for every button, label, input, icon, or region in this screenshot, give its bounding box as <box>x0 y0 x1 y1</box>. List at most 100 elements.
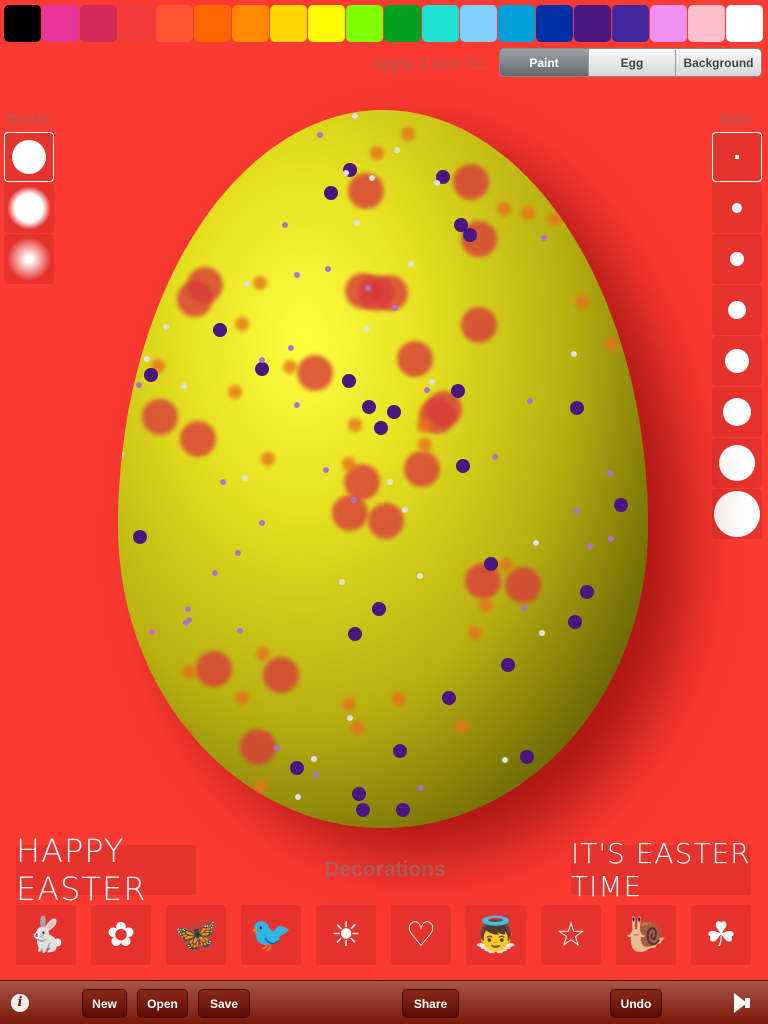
egg-spot <box>162 209 169 216</box>
size-option[interactable] <box>712 132 762 182</box>
egg-spot <box>496 202 511 217</box>
egg-spot <box>211 570 218 577</box>
snail-icon: 🐌 <box>624 916 668 954</box>
egg-spot <box>369 146 384 161</box>
egg-spot <box>548 211 563 226</box>
color-swatch[interactable] <box>308 5 345 42</box>
color-swatch[interactable] <box>688 5 725 42</box>
color-swatch[interactable] <box>498 5 535 42</box>
size-dot-icon <box>725 349 749 373</box>
egg-spot <box>417 438 432 453</box>
size-dot-icon <box>735 155 739 159</box>
egg-spot <box>467 626 482 641</box>
egg-spot <box>400 126 415 141</box>
butterfly-sticker[interactable]: 🦋 <box>166 905 226 965</box>
color-swatch[interactable] <box>232 5 269 42</box>
heart-icon: ♡ <box>405 916 437 954</box>
color-swatch[interactable] <box>346 5 383 42</box>
sun-sticker[interactable]: ☀ <box>316 905 376 965</box>
egg-spot <box>387 405 402 420</box>
egg-spot <box>371 601 386 616</box>
easter-time-sticker[interactable]: IT'S EASTER TIME <box>571 837 751 903</box>
egg-spot <box>483 557 498 572</box>
bird-sticker[interactable]: 🐦 <box>241 905 301 965</box>
egg-spot <box>350 497 357 504</box>
egg-spot <box>122 639 137 654</box>
egg-spot <box>121 361 136 376</box>
heart-sticker[interactable]: ♡ <box>391 905 451 965</box>
egg-spot <box>608 722 615 729</box>
egg-spot <box>244 280 251 287</box>
flower-sticker[interactable]: ✿ <box>91 905 151 965</box>
color-swatch[interactable] <box>4 5 41 42</box>
clover-sticker[interactable]: ☘ <box>691 905 751 965</box>
color-swatch[interactable] <box>384 5 421 42</box>
color-swatch[interactable] <box>422 5 459 42</box>
egg-spot <box>293 401 300 408</box>
bunny-sticker[interactable]: 🐇 <box>16 905 76 965</box>
color-swatch[interactable] <box>194 5 231 42</box>
size-option[interactable] <box>712 285 762 335</box>
egg-spot <box>118 451 125 458</box>
angel-sticker[interactable]: 👼 <box>466 905 526 965</box>
new-button[interactable]: New <box>82 989 127 1018</box>
egg-spot <box>316 132 323 139</box>
apply-background-segment[interactable]: Background <box>675 49 761 76</box>
egg-spot <box>293 272 300 279</box>
info-icon[interactable]: i <box>11 994 29 1012</box>
save-button[interactable]: Save <box>198 989 250 1018</box>
egg-spot <box>148 629 155 636</box>
color-swatch[interactable] <box>726 5 763 42</box>
egg-spot <box>391 691 406 706</box>
egg-spot <box>607 470 614 477</box>
egg-spot <box>570 773 577 780</box>
happy-easter-sticker[interactable]: HAPPY EASTER <box>16 832 196 908</box>
apply-paint-segment[interactable]: Paint <box>500 49 588 76</box>
egg-spot <box>186 616 193 623</box>
color-swatch[interactable] <box>80 5 117 42</box>
egg-spot <box>460 306 497 343</box>
egg-spot <box>505 566 542 603</box>
egg-spot <box>605 337 620 352</box>
color-swatch[interactable] <box>574 5 611 42</box>
size-option[interactable] <box>712 234 762 284</box>
size-label: Size: <box>719 111 755 128</box>
egg-spot <box>135 382 142 389</box>
size-option[interactable] <box>712 183 762 233</box>
brush-hard[interactable] <box>4 132 54 182</box>
color-swatch[interactable] <box>118 5 155 42</box>
color-swatch[interactable] <box>42 5 79 42</box>
brush-softer[interactable] <box>4 234 54 284</box>
size-option[interactable] <box>712 438 762 488</box>
clover-icon: ☘ <box>705 916 737 954</box>
undo-button[interactable]: Undo <box>610 989 662 1018</box>
brush-soft[interactable] <box>4 183 54 233</box>
egg-spot <box>361 400 376 415</box>
egg-spot <box>185 606 192 613</box>
snail-sticker[interactable]: 🐌 <box>616 905 676 965</box>
egg-spot <box>157 726 172 741</box>
share-button[interactable]: Share <box>402 989 459 1018</box>
egg-spot <box>252 275 267 290</box>
color-swatch[interactable] <box>156 5 193 42</box>
egg-spot <box>478 598 493 613</box>
butterfly-icon: 🦋 <box>174 916 218 954</box>
size-option[interactable] <box>712 387 762 437</box>
size-option[interactable] <box>712 489 762 539</box>
apply-egg-segment[interactable]: Egg <box>588 49 675 76</box>
egg-spot <box>401 506 408 513</box>
easter-egg-canvas[interactable] <box>118 110 648 828</box>
egg-spot <box>130 218 145 233</box>
color-swatch[interactable] <box>270 5 307 42</box>
color-swatch[interactable] <box>650 5 687 42</box>
color-swatch[interactable] <box>612 5 649 42</box>
egg-spot <box>143 356 150 363</box>
open-button[interactable]: Open <box>137 989 188 1018</box>
color-swatch[interactable] <box>460 5 497 42</box>
egg-spot <box>502 757 509 764</box>
size-option[interactable] <box>712 336 762 386</box>
color-swatch[interactable] <box>536 5 573 42</box>
egg-spot <box>403 451 440 488</box>
star-sticker[interactable]: ☆ <box>541 905 601 965</box>
egg-spot <box>608 536 615 543</box>
